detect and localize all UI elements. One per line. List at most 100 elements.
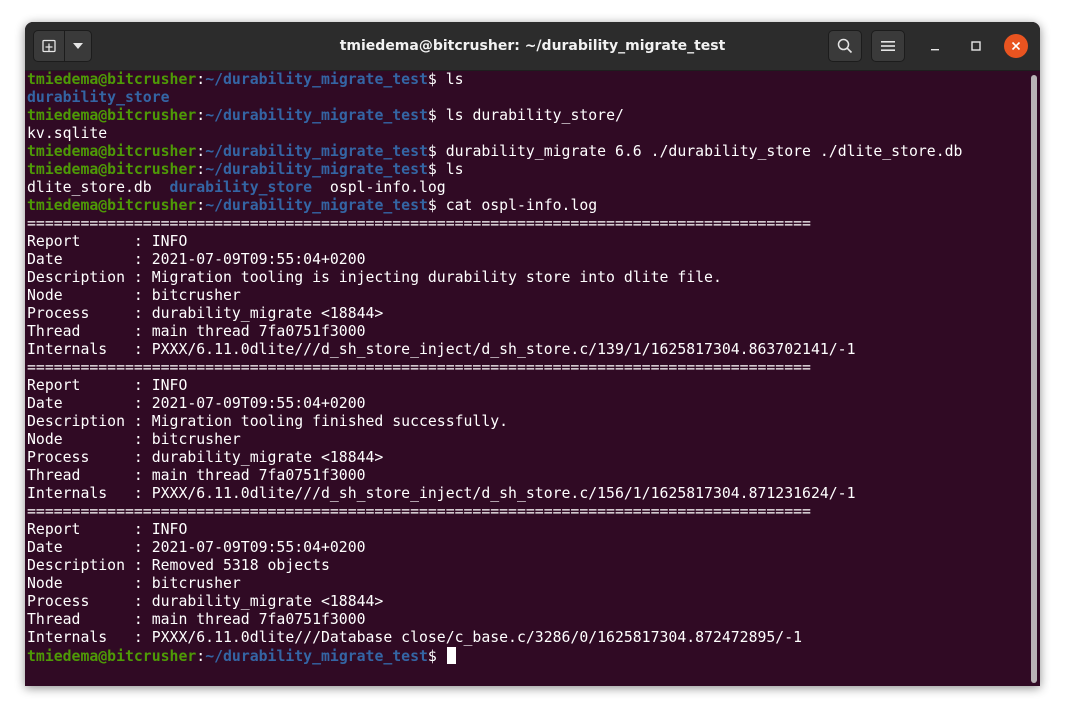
output-line: Thread : main thread 7fa0751f3000 [27, 323, 962, 341]
close-icon [1011, 41, 1021, 51]
prompt-path: ~/durability_migrate_test [205, 161, 428, 178]
maximize-button[interactable] [964, 34, 988, 58]
output-text: Report : INFO [27, 521, 188, 538]
output-text: Thread : main thread 7fa0751f3000 [27, 467, 366, 484]
output-line: Report : INFO [27, 377, 962, 395]
output-line: Internals : PXXX/6.11.0dlite///Database … [27, 629, 962, 647]
output-line: Process : durability_migrate <18844> [27, 305, 962, 323]
maximize-icon [971, 41, 981, 51]
prompt-user-host: tmiedema@bitcrusher [27, 161, 197, 178]
output-line: Report : INFO [27, 233, 962, 251]
output-text: dlite_store.db [27, 179, 170, 196]
terminal-area[interactable]: tmiedema@bitcrusher:~/durability_migrate… [25, 71, 1040, 686]
command-text: $ [427, 648, 446, 665]
prompt-user-host: tmiedema@bitcrusher [27, 648, 197, 665]
output-text: Description : Migration tooling finished… [27, 413, 509, 430]
prompt-separator: : [196, 143, 206, 160]
output-line: Thread : main thread 7fa0751f3000 [27, 611, 962, 629]
search-button[interactable] [828, 30, 862, 62]
prompt-line: tmiedema@bitcrusher:~/durability_migrate… [27, 107, 962, 125]
output-line: kv.sqlite [27, 125, 962, 143]
new-tab-button[interactable] [33, 30, 65, 62]
minimize-button[interactable] [923, 34, 947, 58]
output-text: Date : 2021-07-09T09:55:04+0200 [27, 539, 366, 556]
command-text: $ durability_migrate 6.6 ./durability_st… [427, 143, 963, 160]
output-text: Internals : PXXX/6.11.0dlite///d_sh_stor… [27, 341, 856, 358]
output-text: ospl-info.log [312, 179, 446, 196]
minimize-icon [931, 49, 939, 51]
output-line: Description : Migration tooling is injec… [27, 269, 962, 287]
output-text: Process : durability_migrate <18844> [27, 449, 384, 466]
output-line: Description : Removed 5318 objects [27, 557, 962, 575]
output-text: ========================================… [27, 503, 811, 520]
prompt-user-host: tmiedema@bitcrusher [27, 71, 197, 88]
output-text: Date : 2021-07-09T09:55:04+0200 [27, 251, 366, 268]
output-text: Internals : PXXX/6.11.0dlite///Database … [27, 629, 803, 646]
output-line: Node : bitcrusher [27, 287, 962, 305]
output-line: Date : 2021-07-09T09:55:04+0200 [27, 251, 962, 269]
prompt-user-host: tmiedema@bitcrusher [27, 197, 197, 214]
output-line: Node : bitcrusher [27, 575, 962, 593]
output-text: Node : bitcrusher [27, 575, 241, 592]
terminal-window: tmiedema@bitcrusher: ~/durability_migrat… [25, 22, 1040, 686]
output-line: Internals : PXXX/6.11.0dlite///d_sh_stor… [27, 341, 962, 359]
output-text: Date : 2021-07-09T09:55:04+0200 [27, 395, 366, 412]
prompt-path: ~/durability_migrate_test [205, 107, 428, 124]
prompt-separator: : [196, 648, 206, 665]
tab-menu-dropdown-button[interactable] [64, 30, 92, 62]
new-tab-icon [42, 39, 56, 53]
prompt-user-host: tmiedema@bitcrusher [27, 143, 197, 160]
output-line: Process : durability_migrate <18844> [27, 449, 962, 467]
command-text: $ ls [427, 161, 464, 178]
scrollbar[interactable] [1031, 75, 1037, 683]
output-text: Description : Migration tooling is injec… [27, 269, 722, 286]
output-line: Description : Migration tooling finished… [27, 413, 962, 431]
output-line: Date : 2021-07-09T09:55:04+0200 [27, 395, 962, 413]
output-text: Report : INFO [27, 233, 188, 250]
prompt-path: ~/durability_migrate_test [205, 197, 428, 214]
output-text: Thread : main thread 7fa0751f3000 [27, 611, 366, 628]
output-line: durability_store [27, 89, 962, 107]
search-icon [837, 38, 853, 54]
output-text: Node : bitcrusher [27, 431, 241, 448]
prompt-path: ~/durability_migrate_test [205, 71, 428, 88]
output-text: Internals : PXXX/6.11.0dlite///d_sh_stor… [27, 485, 856, 502]
prompt-user-host: tmiedema@bitcrusher [27, 107, 197, 124]
terminal-output: tmiedema@bitcrusher:~/durability_migrate… [27, 71, 962, 665]
terminal-cursor [446, 647, 456, 664]
command-text: $ cat ospl-info.log [427, 197, 598, 214]
directory-entry: durability_store [27, 89, 170, 106]
output-line: ========================================… [27, 359, 962, 377]
command-text: $ ls durability_store/ [427, 107, 624, 124]
output-text: kv.sqlite [27, 125, 108, 142]
hamburger-menu-icon [881, 41, 895, 51]
main-menu-button[interactable] [871, 30, 905, 62]
command-text: $ ls [427, 71, 464, 88]
close-button[interactable] [1004, 34, 1028, 58]
prompt-path: ~/durability_migrate_test [205, 648, 428, 665]
prompt-separator: : [196, 107, 206, 124]
output-text: Report : INFO [27, 377, 188, 394]
prompt-line: tmiedema@bitcrusher:~/durability_migrate… [27, 71, 962, 89]
output-text: Thread : main thread 7fa0751f3000 [27, 323, 366, 340]
output-line: Thread : main thread 7fa0751f3000 [27, 467, 962, 485]
output-text: ========================================… [27, 359, 811, 376]
prompt-separator: : [196, 71, 206, 88]
output-text: Process : durability_migrate <18844> [27, 305, 384, 322]
output-line: dlite_store.db durability_store ospl-inf… [27, 179, 962, 197]
output-line: Node : bitcrusher [27, 431, 962, 449]
prompt-path: ~/durability_migrate_test [205, 143, 428, 160]
prompt-line: tmiedema@bitcrusher:~/durability_migrate… [27, 647, 962, 665]
output-line: ========================================… [27, 215, 962, 233]
prompt-separator: : [196, 161, 206, 178]
chevron-down-icon [73, 43, 83, 49]
prompt-line: tmiedema@bitcrusher:~/durability_migrate… [27, 161, 962, 179]
output-line: Report : INFO [27, 521, 962, 539]
output-line: Date : 2021-07-09T09:55:04+0200 [27, 539, 962, 557]
directory-entry: durability_store [169, 179, 313, 196]
output-line: ========================================… [27, 503, 962, 521]
output-line: Internals : PXXX/6.11.0dlite///d_sh_stor… [27, 485, 962, 503]
prompt-separator: : [196, 197, 206, 214]
output-text: ========================================… [27, 215, 811, 232]
title-bar[interactable]: tmiedema@bitcrusher: ~/durability_migrat… [25, 22, 1040, 71]
